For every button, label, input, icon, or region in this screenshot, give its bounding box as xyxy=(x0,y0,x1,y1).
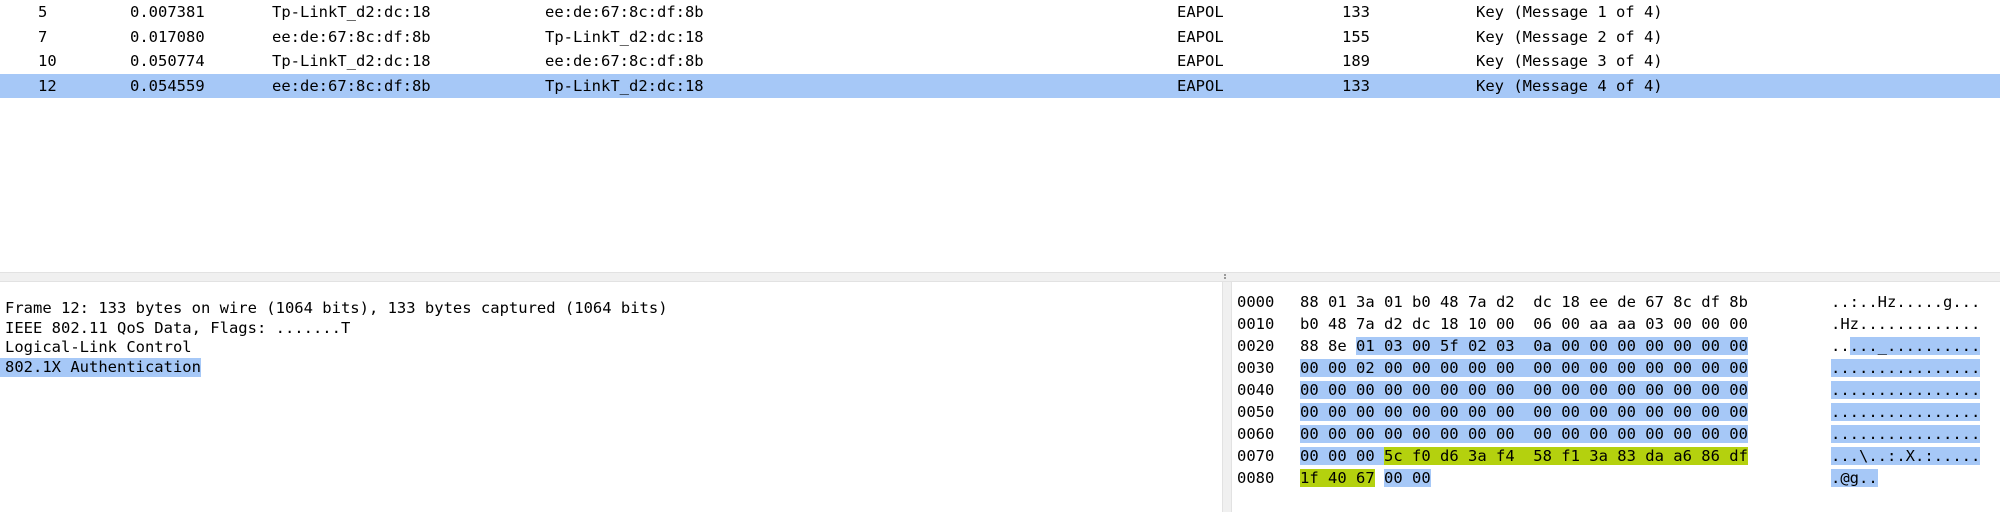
hex-segment: b0 48 7a d2 dc 18 10 00 06 00 aa aa 03 0… xyxy=(1300,315,1748,333)
packet-length: 133 xyxy=(1342,3,1370,21)
bytes-ascii[interactable]: ................ xyxy=(1831,401,1981,423)
bytes-offset: 0040 xyxy=(1237,381,1275,399)
packet-no: 7 xyxy=(38,27,48,46)
hex-segment xyxy=(1375,469,1384,487)
ascii-segment-selected: .@g.. xyxy=(1831,469,1878,487)
ascii-segment: .. xyxy=(1831,337,1850,355)
packet-info: Key (Message 3 of 4) xyxy=(1476,52,1663,70)
packet-row-selected[interactable]: 12 0.054559 ee:de:67:8c:df:8b Tp-LinkT_d… xyxy=(0,73,2000,98)
bytes-hex[interactable]: 00 00 02 00 00 00 00 00 00 00 00 00 00 0… xyxy=(1300,357,1748,379)
packet-no: 12 xyxy=(38,76,57,95)
bytes-hex[interactable]: 00 00 00 00 00 00 00 00 00 00 00 00 00 0… xyxy=(1300,401,1748,423)
packet-length: 133 xyxy=(1342,76,1370,95)
hex-segment: 88 01 3a 01 b0 48 7a d2 dc 18 ee de 67 8… xyxy=(1300,293,1748,311)
splitter-grip-icon[interactable] xyxy=(1224,274,1230,279)
packet-time: 0.017080 xyxy=(130,27,205,46)
packet-row[interactable]: 7 0.017080 ee:de:67:8c:df:8b Tp-LinkT_d2… xyxy=(0,25,2000,49)
packet-length: 189 xyxy=(1342,52,1370,70)
packet-time: 0.007381 xyxy=(130,3,205,21)
ascii-segment-selected: ................ xyxy=(1831,403,1981,421)
hex-segment-selected: 00 00 xyxy=(1384,469,1431,487)
hex-segment-selected: 00 00 02 00 00 00 00 00 00 00 00 00 00 0… xyxy=(1300,359,1748,377)
bytes-hex[interactable]: 00 00 00 00 00 00 00 00 00 00 00 00 00 0… xyxy=(1300,379,1748,401)
bytes-offset: 0000 xyxy=(1237,293,1275,311)
ascii-segment-selected: ................ xyxy=(1831,359,1981,377)
hex-segment-key-field: 1f 40 67 xyxy=(1300,469,1375,487)
packet-destination: ee:de:67:8c:df:8b xyxy=(545,3,704,21)
ascii-segment: ..:..Hz.....g... xyxy=(1831,293,1981,311)
vertical-splitter[interactable] xyxy=(1222,282,1232,512)
packet-row[interactable]: 5 0.007381 Tp-LinkT_d2:dc:18 ee:de:67:8c… xyxy=(0,0,2000,24)
horizontal-splitter[interactable] xyxy=(0,272,2000,282)
bytes-ascii[interactable]: ..:..Hz.....g... xyxy=(1831,291,1980,313)
bytes-hex[interactable]: 00 00 00 00 00 00 00 00 00 00 00 00 00 0… xyxy=(1300,423,1748,445)
tree-item-ieee80211[interactable]: IEEE 802.11 QoS Data, Flags: .......T xyxy=(5,319,350,339)
packet-destination: Tp-LinkT_d2:dc:18 xyxy=(545,27,704,46)
bytes-ascii[interactable]: ...\..:.X.:..... xyxy=(1831,445,1981,467)
tree-item-8021x-auth[interactable]: 802.1X Authentication xyxy=(0,357,201,377)
ascii-segment-selected: ..._.......... xyxy=(1849,337,1981,355)
packet-source: Tp-LinkT_d2:dc:18 xyxy=(272,52,431,70)
tree-item-llc[interactable]: Logical-Link Control xyxy=(5,338,192,358)
tree-item-frame[interactable]: Frame 12: 133 bytes on wire (1064 bits),… xyxy=(5,299,668,319)
packet-source: ee:de:67:8c:df:8b xyxy=(272,76,431,95)
packet-protocol: EAPOL xyxy=(1177,3,1224,21)
bytes-offset: 0080 xyxy=(1237,469,1275,487)
bytes-offset: 0050 xyxy=(1237,403,1275,421)
hex-segment: 88 8e xyxy=(1300,337,1356,355)
packet-no: 10 xyxy=(38,52,57,70)
packet-details-pane[interactable]: Frame 12: 133 bytes on wire (1064 bits),… xyxy=(0,282,1222,512)
packet-no: 5 xyxy=(38,3,48,21)
packet-row[interactable]: 10 0.050774 Tp-LinkT_d2:dc:18 ee:de:67:8… xyxy=(0,49,2000,73)
bytes-offset: 0030 xyxy=(1237,359,1275,377)
ascii-segment-selected: \..:.X.:..... xyxy=(1859,447,1981,465)
packet-info: Key (Message 1 of 4) xyxy=(1476,3,1663,21)
ascii-segment-selected: ................ xyxy=(1831,381,1981,399)
packet-bytes-pane[interactable]: 0000 88 01 3a 01 b0 48 7a d2 dc 18 ee de… xyxy=(1232,282,2000,512)
bytes-hex[interactable]: b0 48 7a d2 dc 18 10 00 06 00 aa aa 03 0… xyxy=(1300,313,1748,335)
hex-segment-selected: 00 00 00 xyxy=(1300,447,1384,465)
ascii-segment-selected: ... xyxy=(1831,447,1859,465)
packet-length: 155 xyxy=(1342,27,1370,46)
packet-source: Tp-LinkT_d2:dc:18 xyxy=(272,3,431,21)
bytes-offset: 0060 xyxy=(1237,425,1275,443)
bytes-ascii[interactable]: ................ xyxy=(1831,379,1981,401)
bytes-hex[interactable]: 88 01 3a 01 b0 48 7a d2 dc 18 ee de 67 8… xyxy=(1300,291,1748,313)
bytes-hex[interactable]: 1f 40 67 00 00 xyxy=(1300,467,1431,489)
bytes-ascii[interactable]: ................ xyxy=(1831,423,1981,445)
packet-destination: Tp-LinkT_d2:dc:18 xyxy=(545,76,704,95)
bytes-hex[interactable]: 00 00 00 5c f0 d6 3a f4 58 f1 3a 83 da a… xyxy=(1300,445,1748,467)
packet-info: Key (Message 4 of 4) xyxy=(1476,76,1663,95)
bytes-ascii[interactable]: .Hz............. xyxy=(1831,313,1980,335)
packet-protocol: EAPOL xyxy=(1177,52,1224,70)
packet-protocol: EAPOL xyxy=(1177,27,1224,46)
packet-list[interactable]: 5 0.007381 Tp-LinkT_d2:dc:18 ee:de:67:8c… xyxy=(0,0,2000,272)
packet-destination: ee:de:67:8c:df:8b xyxy=(545,52,704,70)
hex-segment-key-field: 5c f0 d6 3a f4 58 f1 3a 83 da a6 86 df xyxy=(1384,447,1748,465)
packet-time: 0.050774 xyxy=(130,52,205,70)
bytes-offset: 0020 xyxy=(1237,337,1275,355)
bytes-ascii[interactable]: .@g.. xyxy=(1831,467,1878,489)
packet-source: ee:de:67:8c:df:8b xyxy=(272,27,431,46)
hex-segment-selected: 00 00 00 00 00 00 00 00 00 00 00 00 00 0… xyxy=(1300,381,1748,399)
ascii-segment: .Hz............. xyxy=(1831,315,1981,333)
bytes-ascii[interactable]: ....._.......... xyxy=(1831,335,1981,357)
hex-segment-selected: 00 00 00 00 00 00 00 00 00 00 00 00 00 0… xyxy=(1300,403,1748,421)
bytes-ascii[interactable]: ................ xyxy=(1831,357,1981,379)
hex-segment-selected: 00 00 00 00 00 00 00 00 00 00 00 00 00 0… xyxy=(1300,425,1748,443)
packet-time: 0.054559 xyxy=(130,76,205,95)
packet-info: Key (Message 2 of 4) xyxy=(1476,27,1663,46)
bytes-hex[interactable]: 88 8e 01 03 00 5f 02 03 0a 00 00 00 00 0… xyxy=(1300,335,1748,357)
hex-segment-selected: 01 03 00 5f 02 03 0a 00 00 00 00 00 00 0… xyxy=(1356,337,1748,355)
packet-protocol: EAPOL xyxy=(1177,76,1224,95)
ascii-segment-selected: ................ xyxy=(1831,425,1981,443)
bytes-offset: 0070 xyxy=(1237,447,1275,465)
bytes-offset: 0010 xyxy=(1237,315,1275,333)
